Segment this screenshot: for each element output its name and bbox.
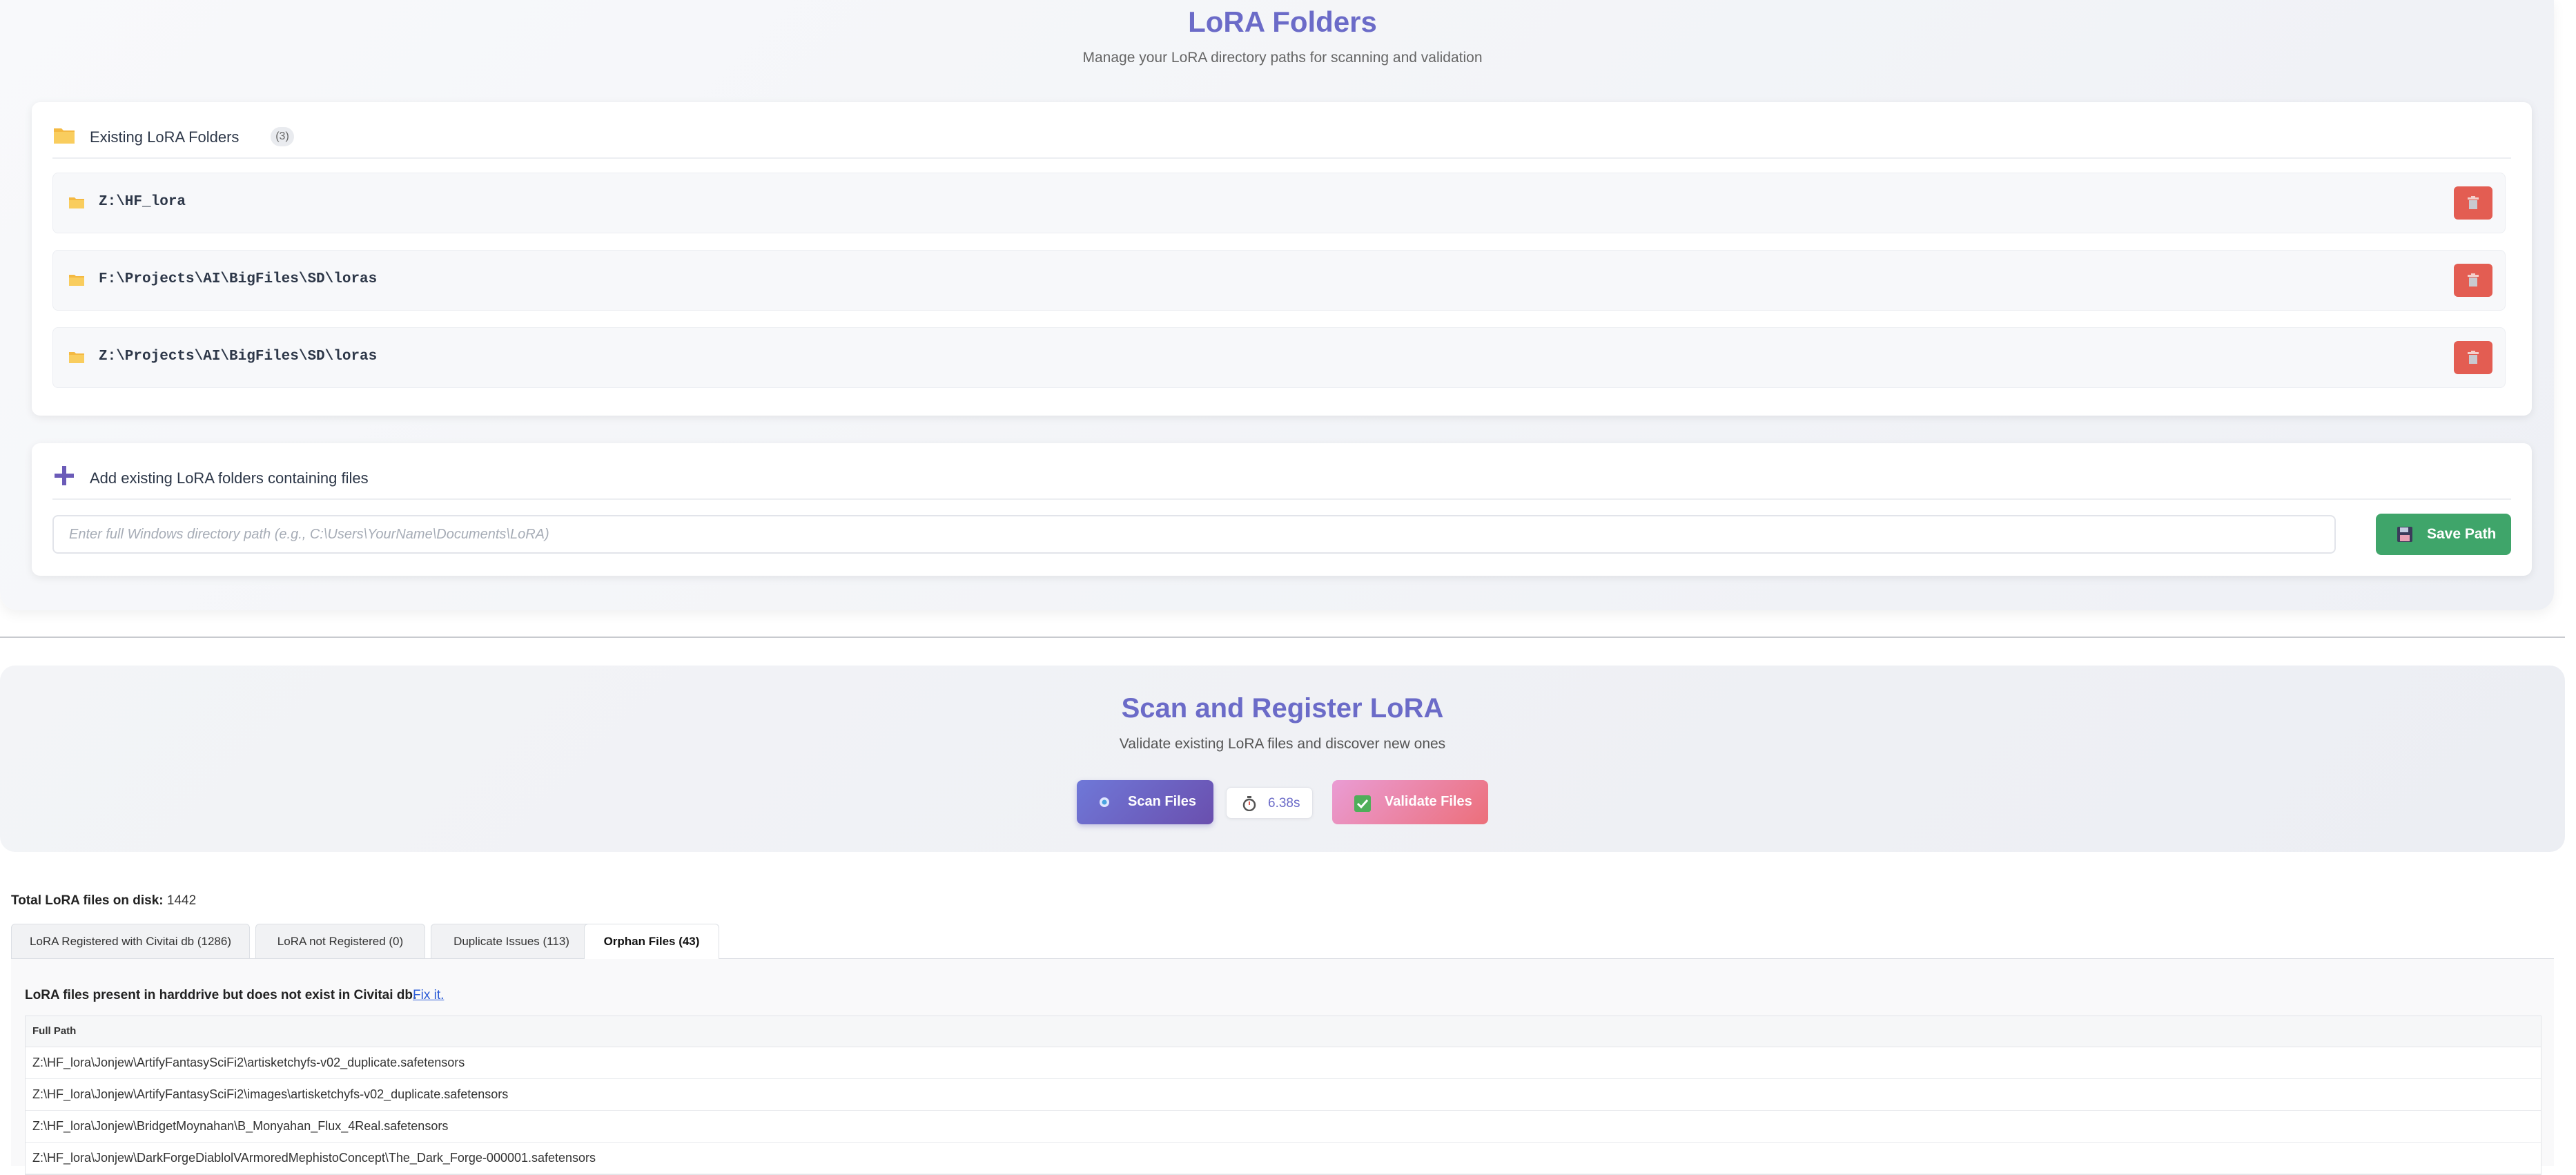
total-files-value: 1442	[166, 893, 197, 908]
scan-subtitle: Validate existing LoRA files and discove…	[1119, 736, 1446, 752]
folder-icon	[69, 275, 84, 286]
lora-folders-panel: LoRA Folders Manage your LoRA directory …	[0, 0, 2554, 610]
scan-timer: 6.38s	[1226, 787, 1313, 819]
trash-icon	[2468, 351, 2479, 364]
add-folder-header: Add existing LoRA folders containing fil…	[52, 463, 2511, 500]
folder-icon	[54, 128, 75, 144]
add-folder-title: Add existing LoRA folders containing fil…	[90, 469, 369, 487]
add-folder-card: Add existing LoRA folders containing fil…	[32, 443, 2532, 576]
delete-folder-button[interactable]	[2454, 341, 2492, 374]
folder-row: F:\Projects\AI\BigFiles\SD\loras	[52, 250, 2506, 311]
orphan-message: LoRA files present in harddrive but does…	[25, 988, 417, 1002]
tab-not-registered[interactable]: LoRA not Registered (0)	[255, 924, 425, 958]
total-files-line: Total LoRA files on disk: 1442	[11, 893, 196, 909]
folder-path: Z:\HF_lora	[99, 194, 186, 210]
column-header-full-path: Full Path	[26, 1016, 2541, 1047]
section-divider	[0, 637, 2565, 638]
folder-row: Z:\HF_lora	[52, 173, 2506, 233]
directory-path-input[interactable]	[52, 515, 2336, 554]
orphan-files-table: Full Path Z:\HF_lora\Jonjew\ArtifyFantas…	[25, 1016, 2541, 1175]
scan-files-label: Scan Files	[1128, 794, 1196, 809]
save-path-button[interactable]: Save Path	[2376, 514, 2511, 555]
scan-register-panel: Scan and Register LoRA Validate existing…	[0, 666, 2565, 852]
folder-path: F:\Projects\AI\BigFiles\SD\loras	[99, 271, 378, 287]
stopwatch-icon	[1242, 796, 1256, 811]
validate-files-button[interactable]: Validate Files	[1332, 780, 1488, 824]
folder-icon	[69, 197, 84, 208]
scan-icon	[1100, 797, 1109, 807]
fix-it-link[interactable]: Fix it.	[413, 988, 444, 1003]
results-tabs: LoRA Registered with Civitai db (1286) L…	[11, 924, 2554, 959]
floppy-disk-icon	[2397, 527, 2412, 542]
tab-orphan-files[interactable]: Orphan Files (43)	[584, 924, 719, 959]
table-row: Z:\HF_lora\Jonjew\BridgetMoynahan\B_Mony…	[26, 1111, 2541, 1143]
trash-icon	[2468, 273, 2479, 287]
tab-registered[interactable]: LoRA Registered with Civitai db (1286)	[11, 924, 250, 958]
checkmark-icon	[1354, 795, 1371, 812]
folder-count-badge: (3)	[271, 127, 294, 146]
folder-row: Z:\Projects\AI\BigFiles\SD\loras	[52, 327, 2506, 388]
validate-files-label: Validate Files	[1385, 794, 1472, 809]
table-row: Z:\HF_lora\Jonjew\ArtifyFantasySciFi2\im…	[26, 1079, 2541, 1111]
folder-icon	[69, 352, 84, 363]
table-row: Z:\HF_lora\Jonjew\ArtifyFantasySciFi2\ar…	[26, 1047, 2541, 1079]
total-files-label: Total LoRA files on disk:	[11, 893, 164, 908]
scan-files-button[interactable]: Scan Files	[1077, 780, 1213, 824]
tab-duplicate-issues[interactable]: Duplicate Issues (113)	[431, 924, 592, 958]
plus-icon	[55, 466, 74, 485]
orphan-files-panel: LoRA files present in harddrive but does…	[11, 959, 2554, 1175]
scan-title: Scan and Register LoRA	[1121, 693, 1444, 724]
trash-icon	[2468, 196, 2479, 209]
existing-folders-card: Existing LoRA Folders (3) Z:\HF_lora F:\…	[32, 102, 2532, 416]
scan-duration: 6.38s	[1268, 796, 1300, 810]
page-subtitle: Manage your LoRA directory paths for sca…	[1082, 50, 1483, 66]
delete-folder-button[interactable]	[2454, 264, 2492, 297]
table-row: Z:\HF_lora\Jonjew\DarkForgeDiablolVArmor…	[26, 1143, 2541, 1174]
existing-folders-title: Existing LoRA Folders	[90, 128, 240, 146]
save-path-label: Save Path	[2427, 526, 2497, 542]
existing-folders-header: Existing LoRA Folders (3)	[52, 122, 2511, 159]
delete-folder-button[interactable]	[2454, 186, 2492, 220]
page-title: LoRA Folders	[1188, 6, 1377, 38]
folder-path: Z:\Projects\AI\BigFiles\SD\loras	[99, 349, 378, 365]
